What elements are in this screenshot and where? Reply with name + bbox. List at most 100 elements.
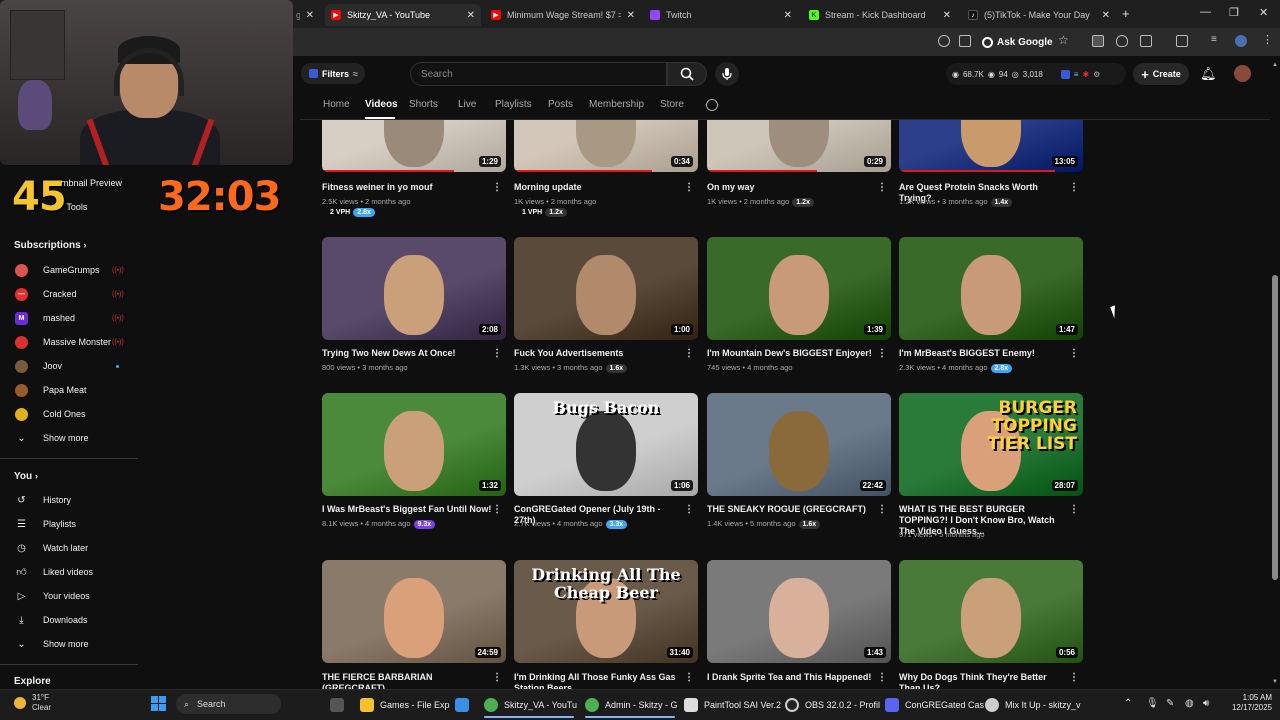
video-title[interactable]: I'm Mountain Dew's BIGGEST Enjoyer! (707, 348, 877, 359)
taskbar-app-painttool[interactable]: PaintTool SAI Ver.2 (684, 696, 781, 713)
more-actions-icon[interactable]: ⋮ (492, 182, 502, 193)
video-card[interactable]: 24:59 (322, 560, 506, 663)
creator-stats-bar[interactable]: ◉ 68.7K ◉ 94 ◎ 3,018 ≡ ✱ ⚙ (946, 63, 1126, 85)
more-actions-icon[interactable]: ⋮ (684, 672, 694, 683)
create-button[interactable]: + Create (1133, 63, 1189, 85)
taskbar-clock[interactable]: 1:05 AM 12/17/2025 (1222, 693, 1272, 713)
minimize-icon[interactable]: — (1200, 6, 1211, 18)
more-actions-icon[interactable]: ⋮ (1069, 348, 1079, 359)
pen-icon[interactable]: ✎ (1166, 698, 1174, 709)
new-tab-icon[interactable]: + (1122, 6, 1130, 21)
tab-close-icon[interactable]: ✕ (1102, 10, 1110, 21)
tab-kick[interactable]: K Stream - Kick Dashboard ✕ (803, 4, 957, 26)
video-thumbnail[interactable]: Bugs Bacon 1:06 (514, 393, 698, 496)
tab-live[interactable]: Live (458, 99, 476, 110)
taskbar-app-chrome-youtube[interactable]: Skitzy_VA - YouTu (484, 696, 577, 713)
video-thumbnail[interactable]: 2:08 (322, 237, 506, 340)
video-title[interactable]: THE FIERCE BARBARIAN (GREGCRAFT) (322, 672, 492, 689)
taskbar-app-file-explorer[interactable]: Games - File Exp (360, 696, 450, 713)
notifications-bell-icon[interactable]: 🔔︎ (1200, 66, 1217, 82)
photos-icon[interactable] (455, 696, 475, 713)
taskbar-search[interactable]: ⌕ Search (176, 694, 281, 714)
more-actions-icon[interactable]: ⋮ (492, 504, 502, 515)
more-actions-icon[interactable]: ⋮ (492, 348, 502, 359)
video-title[interactable]: Fitness weiner in yo mouf (322, 182, 492, 193)
taskbar-app-chrome-admin[interactable]: Admin - Skitzy - G (585, 696, 678, 713)
video-card[interactable]: 0:56 (899, 560, 1083, 663)
bookmark-star-icon[interactable]: ☆ (1058, 33, 1070, 47)
more-menu-icon[interactable]: ⋮ (1262, 33, 1274, 46)
tray-overflow-icon[interactable]: ⌃ (1124, 698, 1132, 709)
video-card[interactable]: 1:00 (514, 237, 698, 340)
tab-home[interactable]: Home (323, 99, 350, 110)
tab-close-icon[interactable]: ✕ (627, 10, 635, 21)
windows-start-icon[interactable] (151, 696, 166, 711)
video-thumbnail[interactable]: 0:29 (707, 120, 891, 172)
network-icon[interactable]: ◍ (1185, 698, 1194, 709)
close-window-icon[interactable]: ✕ (1259, 6, 1268, 19)
tab-close-icon[interactable]: ✕ (943, 10, 951, 21)
media-icon[interactable]: ≡ (1211, 34, 1223, 46)
video-title[interactable]: Fuck You Advertisements (514, 348, 684, 359)
tab-shorts[interactable]: Shorts (409, 99, 438, 110)
video-card[interactable]: 2:08 (322, 237, 506, 340)
video-thumbnail[interactable]: 0:56 (899, 560, 1083, 663)
scroll-down-icon[interactable]: ▼ (1272, 679, 1278, 685)
more-actions-icon[interactable]: ⋮ (492, 672, 502, 683)
tab-posts[interactable]: Posts (548, 99, 573, 110)
channel-search-icon[interactable] (706, 99, 718, 111)
more-actions-icon[interactable]: ⋮ (1069, 504, 1079, 515)
video-card[interactable]: 1:32 (322, 393, 506, 496)
video-title[interactable]: I'm Drinking All Those Funky Ass Gas Sta… (514, 672, 684, 689)
video-thumbnail[interactable]: 1:00 (514, 237, 698, 340)
account-avatar[interactable] (1234, 65, 1251, 82)
tab-playlists[interactable]: Playlists (495, 99, 532, 110)
scrollbar-thumb[interactable] (1272, 275, 1278, 580)
more-actions-icon[interactable]: ⋮ (1069, 672, 1079, 683)
taskbar-app-discord[interactable]: ConGREGated Cas (885, 696, 984, 713)
tab-partial[interactable]: g ✕ (290, 4, 320, 26)
tab-membership[interactable]: Membership (589, 99, 644, 110)
video-thumbnail[interactable]: 1:47 (899, 237, 1083, 340)
tab-store[interactable]: Store (660, 99, 684, 110)
more-actions-icon[interactable]: ⋮ (877, 504, 887, 515)
video-thumbnail[interactable]: 1:39 (707, 237, 891, 340)
more-actions-icon[interactable]: ⋮ (1069, 182, 1079, 193)
tab-twitch[interactable]: Twitch ✕ (644, 4, 798, 26)
zoom-icon[interactable] (938, 35, 950, 47)
video-title[interactable]: THE SNEAKY ROGUE (GREGCRAFT) (707, 504, 877, 515)
microphone-icon[interactable]: 🎙︎ (1146, 698, 1159, 709)
video-title[interactable]: Trying Two New Dews At Once! (322, 348, 492, 359)
video-card[interactable]: 1:39 (707, 237, 891, 340)
puzzle-extensions-icon[interactable] (1140, 35, 1152, 47)
volume-icon[interactable]: 🔊︎ (1203, 698, 1209, 709)
maximize-icon[interactable]: ❐ (1229, 6, 1239, 19)
tab-tiktok[interactable]: ♪ (5)TikTok - Make Your Day ✕ (962, 4, 1116, 26)
profile-icon[interactable] (1235, 35, 1247, 47)
sidepanel-icon[interactable] (1176, 35, 1188, 47)
video-card[interactable]: Bugs Bacon 1:06 (514, 393, 698, 496)
extension-icon[interactable] (1092, 35, 1104, 47)
video-thumbnail[interactable]: 22:42 (707, 393, 891, 496)
video-thumbnail[interactable]: BURGER TOPPING TIER LIST 28:07 (899, 393, 1083, 496)
video-card[interactable]: 0:29 (707, 120, 891, 172)
tab-close-icon[interactable]: ✕ (306, 10, 314, 21)
tab-close-icon[interactable]: ✕ (467, 10, 475, 21)
tab-close-icon[interactable]: ✕ (784, 10, 792, 21)
weather-widget[interactable]: 31°F Clear (14, 693, 51, 713)
taskbar-app-obs[interactable]: OBS 32.0.2 - Profil (785, 696, 880, 713)
video-thumbnail[interactable]: 1:32 (322, 393, 506, 496)
filters-button[interactable]: Filters ≈ (301, 63, 365, 84)
search-button[interactable] (667, 62, 707, 86)
video-title[interactable]: I'm MrBeast's BIGGEST Enemy! (899, 348, 1069, 359)
more-actions-icon[interactable]: ⋮ (684, 182, 694, 193)
video-title[interactable]: I Drank Sprite Tea and This Happened! (707, 672, 877, 683)
tab-youtube[interactable]: ▶ Skitzy_VA - YouTube ✕ (325, 4, 481, 26)
tab-videos[interactable]: Videos (365, 99, 398, 110)
scroll-up-icon[interactable]: ▲ (1272, 62, 1278, 68)
video-thumbnail[interactable]: 24:59 (322, 560, 506, 663)
video-card[interactable]: BURGER TOPPING TIER LIST 28:07 (899, 393, 1083, 496)
video-title[interactable]: I Was MrBeast's Biggest Fan Until Now! (322, 504, 492, 515)
ask-google-button[interactable]: Ask Google (982, 34, 1053, 51)
video-thumbnail[interactable]: Drinking All The Cheap Beer 31:40 (514, 560, 698, 663)
